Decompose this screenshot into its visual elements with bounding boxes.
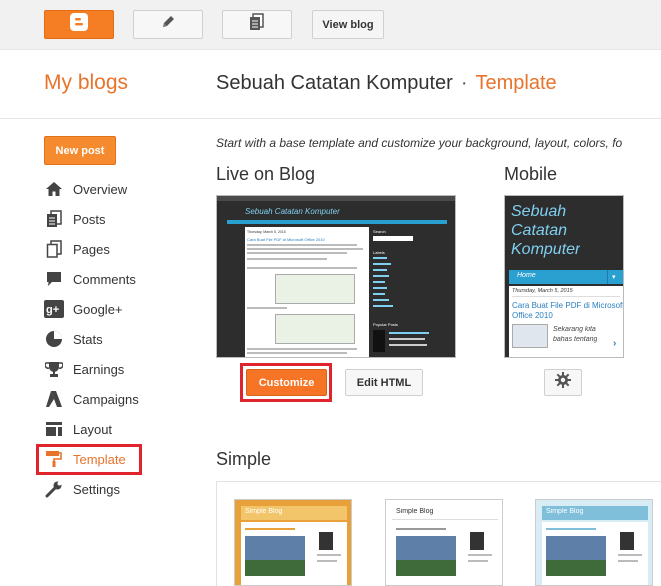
mobile-title-line-2: Catatan	[511, 222, 568, 239]
intro-text: Start with a base template and customize…	[216, 136, 623, 150]
top-bar: View blog	[0, 0, 661, 50]
customize-highlight	[240, 363, 332, 402]
sidebar-item-layout[interactable]: Layout	[44, 417, 154, 441]
chevron-right-icon: ›	[613, 338, 617, 349]
trophy-icon	[44, 359, 64, 379]
mobile-template-preview[interactable]: Sebuah Catatan Komputer Home ▾ Thursday,…	[504, 195, 624, 358]
sidebar-item-settings[interactable]: Settings	[44, 477, 154, 501]
posts-list-top-button[interactable]	[222, 10, 292, 39]
mobile-settings-button[interactable]	[544, 369, 582, 396]
sidebar-item-label: Earnings	[73, 361, 125, 377]
mobile-post-area: Thursday, March 5, 2015 Cara Buat File P…	[509, 286, 624, 357]
pages-icon	[249, 13, 265, 36]
title-separator: ·	[460, 72, 468, 94]
sidebar-item-label: Stats	[73, 331, 103, 347]
blog-name[interactable]: Sebuah Catatan Komputer	[216, 72, 453, 94]
chevron-down-icon: ▾	[612, 274, 616, 281]
live-template-preview[interactable]: Sebuah Catatan Komputer Thursday, March …	[216, 195, 456, 358]
mobile-snippet-2: bahas tentang	[553, 336, 598, 343]
sidebar-item-label: Posts	[73, 211, 106, 227]
sidebar-item-label: Layout	[73, 421, 113, 437]
blogger-logo-icon	[70, 13, 88, 36]
view-blog-button[interactable]: View blog	[312, 10, 384, 39]
mobile-title-line-3: Komputer	[511, 241, 581, 258]
template-thumbnail-simple-3[interactable]: Simple Blog	[535, 499, 653, 586]
mobile-snippet-1: Sekarang kita	[553, 326, 596, 333]
template-name: Simple Blog	[396, 508, 434, 515]
mobile-home-bar: Home ▾	[509, 270, 623, 284]
preview-search-label: Search	[373, 229, 386, 234]
template-name: Simple Blog	[245, 508, 283, 515]
sidebar-item-comments[interactable]: Comments	[44, 267, 154, 291]
layout-icon	[44, 419, 64, 439]
live-on-blog-heading: Live on Blog	[216, 164, 316, 184]
page-title: Sebuah Catatan Komputer · Template	[216, 72, 557, 95]
mobile-title-line-1: Sebuah	[511, 203, 567, 220]
preview-post-title: Cara Buat File PDF di Microsoft Office 2…	[247, 237, 325, 242]
adwords-icon	[44, 389, 64, 409]
template-thumbnail-simple-2[interactable]: Simple Blog	[385, 499, 503, 586]
preview-popular: Popular Posts	[373, 322, 398, 327]
comment-icon	[44, 269, 64, 289]
header-divider	[0, 118, 661, 119]
pages-icon	[44, 239, 64, 259]
sidebar-item-label: Comments	[73, 271, 136, 287]
preview-blog-title: Sebuah Catatan Komputer	[245, 207, 340, 216]
preview-navbar	[217, 196, 455, 201]
new-post-top-button[interactable]	[133, 10, 203, 39]
gear-icon	[555, 372, 571, 393]
posts-icon	[44, 209, 64, 229]
preview-labels: Labels	[373, 250, 385, 255]
pencil-icon	[160, 14, 176, 35]
sidebar-item-label: Campaigns	[73, 391, 139, 407]
svg-text:g+: g+	[46, 304, 59, 316]
template-thumbnail-simple-1[interactable]: Simple Blog	[234, 499, 352, 586]
sidebar-item-label: Overview	[73, 181, 128, 197]
simple-heading: Simple	[216, 449, 272, 469]
preview-date: Thursday, March 5, 2015	[247, 230, 286, 234]
sidebar-item-pages[interactable]: Pages	[44, 237, 154, 261]
sidebar-item-overview[interactable]: Overview	[44, 177, 154, 201]
mobile-date: Thursday, March 5, 2015	[512, 288, 573, 294]
template-name: Simple Blog	[546, 508, 584, 515]
preview-tabs-bar	[227, 220, 447, 224]
sidebar-item-googleplus[interactable]: g+ Google+	[44, 297, 154, 321]
sidebar-item-campaigns[interactable]: Campaigns	[44, 387, 154, 411]
pie-chart-icon	[44, 329, 64, 349]
sidebar-item-stats[interactable]: Stats	[44, 327, 154, 351]
wrench-icon	[44, 479, 64, 499]
edit-html-button[interactable]: Edit HTML	[345, 369, 423, 396]
section-title: Template	[475, 72, 557, 94]
home-icon	[44, 179, 64, 199]
blogger-home-button[interactable]	[44, 10, 114, 39]
sidebar-item-earnings[interactable]: Earnings	[44, 357, 154, 381]
new-post-button[interactable]: New post	[44, 136, 116, 165]
mobile-home-label: Home	[517, 272, 536, 279]
sidebar-item-label: Settings	[73, 481, 120, 497]
googleplus-icon: g+	[44, 299, 64, 319]
my-blogs-link[interactable]: My blogs	[44, 71, 128, 95]
template-highlight	[36, 444, 142, 475]
mobile-post-title: Cara Buat File PDF di Microsoft Office 2…	[512, 301, 624, 320]
sidebar-item-label: Google+	[73, 301, 123, 317]
sidebar-item-posts[interactable]: Posts	[44, 207, 154, 231]
preview-post-area: Thursday, March 5, 2015 Cara Buat File P…	[245, 227, 369, 357]
mobile-heading: Mobile	[504, 164, 558, 184]
sidebar-item-label: Pages	[73, 241, 110, 257]
